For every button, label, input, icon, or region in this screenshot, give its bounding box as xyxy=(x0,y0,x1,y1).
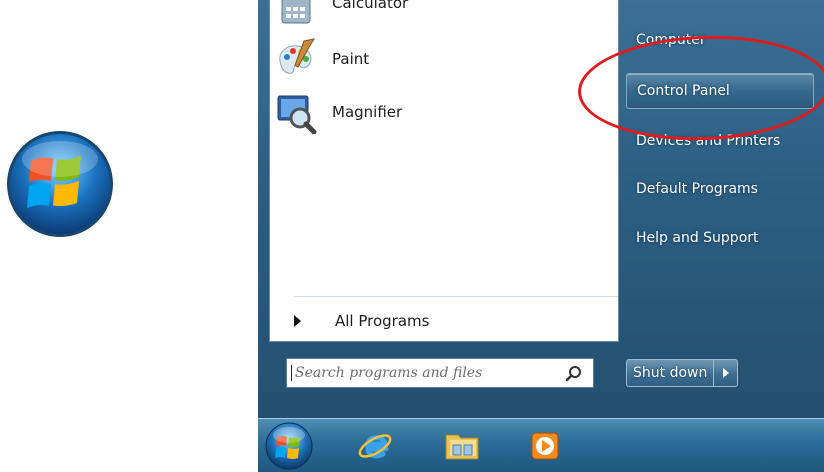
screenshot: Calculator Paint Magnifier All Programs … xyxy=(0,0,824,472)
menu-item-label: Help and Support xyxy=(636,230,759,246)
program-paint[interactable]: Paint xyxy=(272,35,602,83)
arrow-right-icon xyxy=(294,315,301,327)
all-programs-label: All Programs xyxy=(335,312,430,330)
menu-item-computer[interactable]: Computer xyxy=(626,22,814,58)
start-menu: Calculator Paint Magnifier All Programs … xyxy=(258,0,824,418)
magnifier-icon xyxy=(277,95,317,134)
program-calculator[interactable]: Calculator xyxy=(272,0,602,27)
menu-item-label: Computer xyxy=(636,32,706,48)
taskbar xyxy=(258,418,824,472)
menu-item-label: Default Programs xyxy=(636,181,758,197)
windows-logo-icon xyxy=(7,131,113,237)
shutdown-options-button[interactable] xyxy=(714,359,739,387)
calculator-icon xyxy=(281,0,311,24)
programs-pane: Calculator Paint Magnifier All Programs xyxy=(269,0,619,342)
divider xyxy=(294,296,618,297)
menu-item-control-panel[interactable]: Control Panel xyxy=(626,73,814,109)
windows-explorer-icon[interactable] xyxy=(444,427,482,465)
all-programs-button[interactable]: All Programs xyxy=(282,306,602,336)
program-magnifier[interactable]: Magnifier xyxy=(272,88,602,136)
arrow-right-icon xyxy=(722,368,729,378)
program-label: Paint xyxy=(332,50,370,68)
paint-icon xyxy=(279,38,316,74)
search-box[interactable] xyxy=(286,358,594,388)
menu-item-label: Devices and Printers xyxy=(636,133,781,149)
search-icon[interactable] xyxy=(565,365,583,383)
menu-item-devices-and-printers[interactable]: Devices and Printers xyxy=(626,123,814,159)
shutdown-label: Shut down xyxy=(633,365,708,381)
start-button-icon[interactable] xyxy=(264,421,314,471)
windows-media-player-icon[interactable] xyxy=(526,427,564,465)
menu-item-default-programs[interactable]: Default Programs xyxy=(626,171,814,207)
internet-explorer-icon[interactable] xyxy=(356,427,394,465)
search-input[interactable] xyxy=(291,365,555,381)
shutdown-group: Shut down xyxy=(626,359,739,387)
program-label: Magnifier xyxy=(332,103,403,121)
menu-item-label: Control Panel xyxy=(637,83,730,99)
shutdown-button[interactable]: Shut down xyxy=(626,359,715,387)
program-label: Calculator xyxy=(332,0,409,12)
menu-item-help-and-support[interactable]: Help and Support xyxy=(626,220,814,256)
